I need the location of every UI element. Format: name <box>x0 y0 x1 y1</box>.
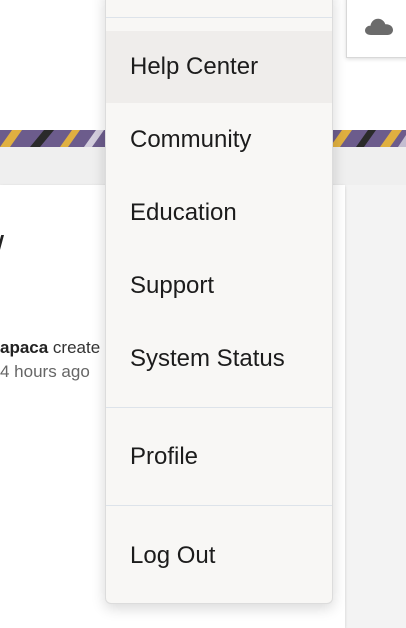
menu-item-label: Community <box>130 126 252 153</box>
post-timestamp: 4 hours ago <box>0 362 90 381</box>
menu-divider-top <box>106 17 332 18</box>
menu-divider-bottom <box>106 505 332 506</box>
menu-item-education[interactable]: Education <box>106 177 332 249</box>
menu-item-support[interactable]: Support <box>106 250 332 322</box>
menu-item-label: Log Out <box>130 542 216 569</box>
menu-item-log-out[interactable]: Log Out <box>106 520 332 592</box>
menu-item-help-center[interactable]: Help Center <box>106 31 332 103</box>
menu-item-label: Help Center <box>130 53 259 80</box>
menu-item-label: Education <box>130 199 237 226</box>
page: / apaca create 4 hours ago Help Center C… <box>0 0 406 628</box>
menu-divider-middle <box>106 407 332 408</box>
post-meta: apaca create <box>0 338 100 358</box>
cloud-button[interactable] <box>346 0 406 58</box>
post-author[interactable]: apaca <box>0 338 48 357</box>
menu-item-label: Support <box>130 272 215 299</box>
menu-item-label: System Status <box>130 345 285 372</box>
menu-item-profile[interactable]: Profile <box>106 421 332 493</box>
menu-item-label: Profile <box>130 443 199 470</box>
user-dropdown-menu: Help Center Community Education Support … <box>105 0 333 604</box>
cloud-icon <box>365 18 393 35</box>
menu-item-system-status[interactable]: System Status <box>106 323 332 395</box>
menu-item-community[interactable]: Community <box>106 104 332 176</box>
post-action: create <box>48 338 101 357</box>
post-title: / <box>0 228 4 270</box>
